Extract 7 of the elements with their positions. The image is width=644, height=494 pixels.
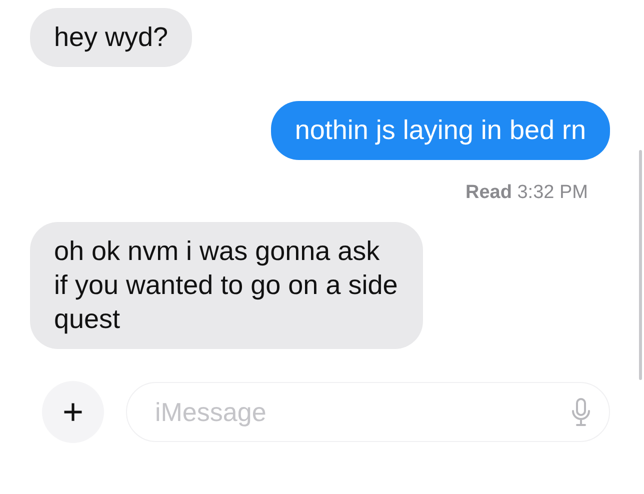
- message-bubble: hey wyd?: [30, 8, 192, 67]
- message-bubble: oh ok nvm i was gonna ask if you wanted to go on a side quest: [30, 222, 423, 349]
- add-button[interactable]: +: [42, 381, 104, 443]
- message-field[interactable]: iMessage: [126, 382, 610, 442]
- read-receipt: Read 3:32 PM: [465, 182, 588, 204]
- microphone-icon[interactable]: [572, 398, 590, 426]
- message-bubble: nothin js laying in bed rn: [270, 101, 610, 160]
